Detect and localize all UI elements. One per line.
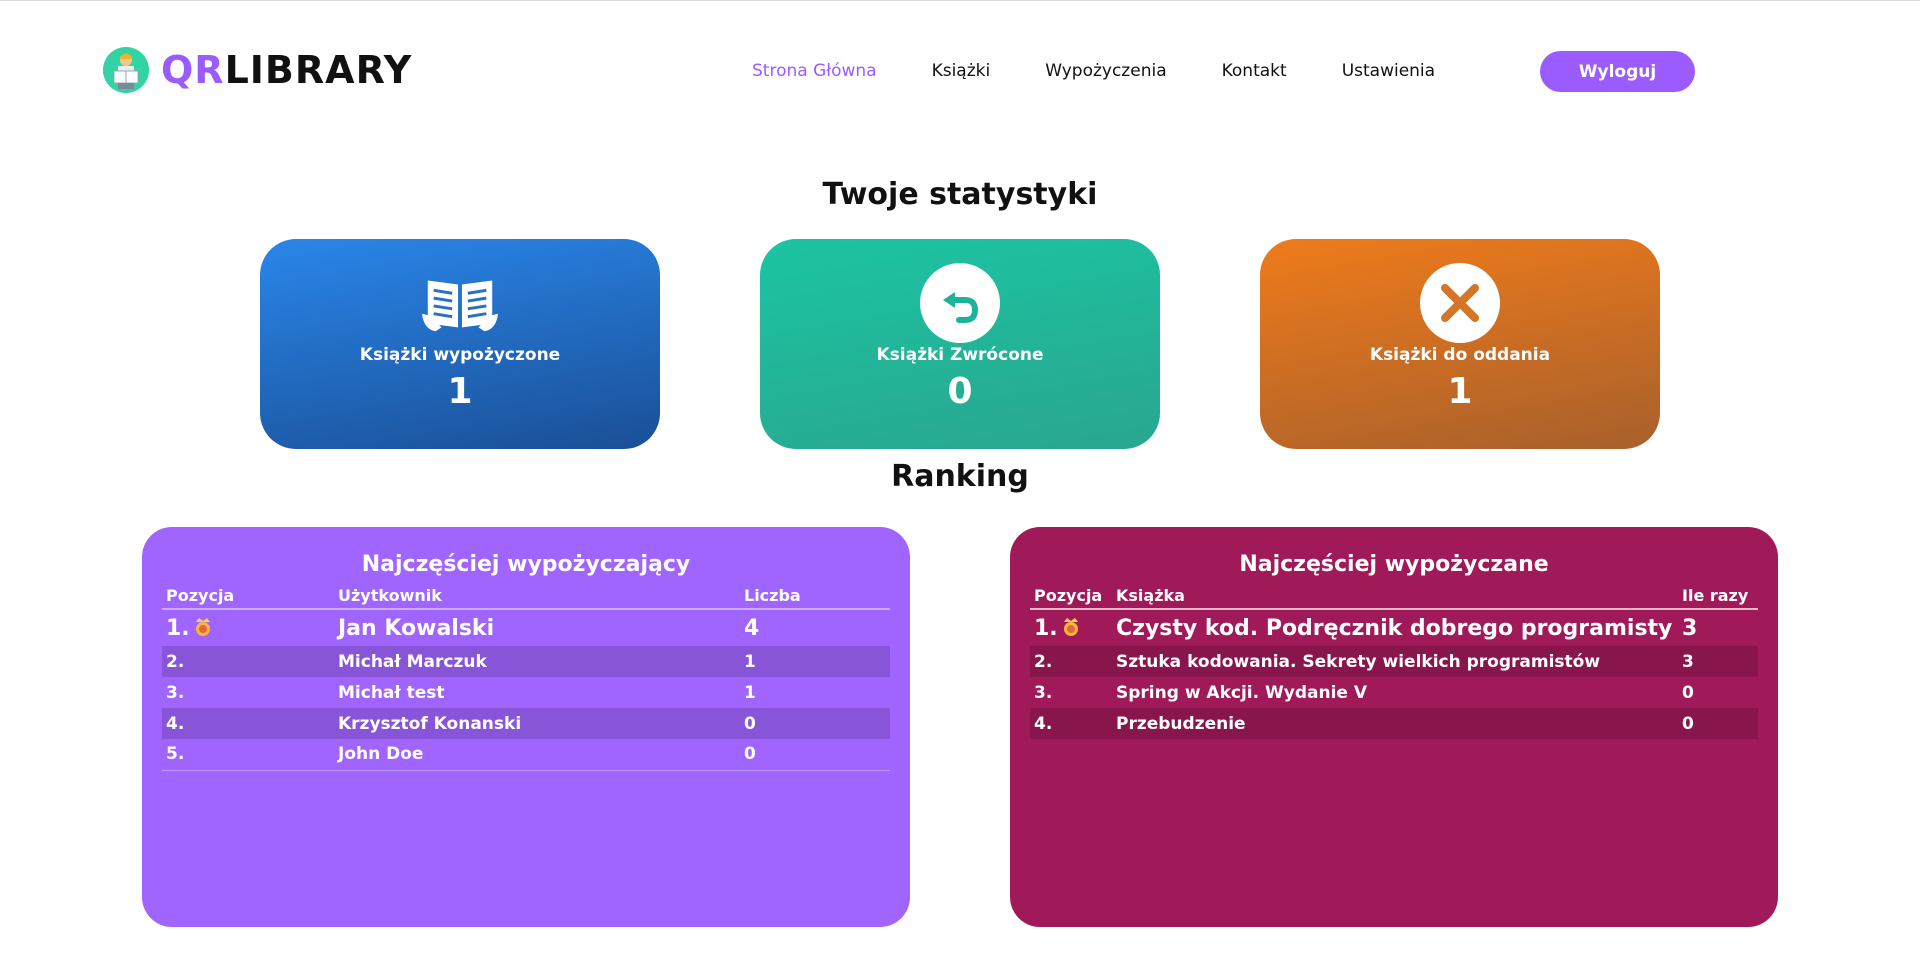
count-cell: 1	[740, 646, 890, 677]
position-cell: 2.	[162, 646, 334, 677]
position-cell: 2.	[1030, 646, 1112, 677]
column-header: Pozycja	[1030, 583, 1112, 610]
logo-reader-icon	[103, 47, 149, 93]
position-cell: 3.	[166, 682, 185, 703]
logo[interactable]: QRLIBRARY	[103, 47, 412, 93]
stat-value-due: 1	[1447, 371, 1473, 412]
position-cell: 5.	[162, 739, 334, 771]
ranking-books-title: Najczęściej wypożyczane	[1239, 552, 1549, 577]
main-nav: Strona Główna Książki Wypożyczenia Konta…	[752, 57, 1490, 85]
position-cell: 1.	[1030, 609, 1112, 646]
position-text: 1.	[166, 615, 190, 641]
count-cell: 0	[740, 708, 890, 739]
book-cell: Przebudzenie	[1112, 708, 1678, 739]
count-cell: 1	[744, 682, 756, 703]
table-row: 2. Michał Marczuk 1	[162, 646, 890, 677]
stat-value-returned: 0	[947, 371, 973, 412]
ranking-users-title: Najczęściej wypożyczający	[361, 552, 691, 577]
user-cell: Krzysztof Konanski	[334, 708, 740, 739]
returned-icon-wrap	[920, 263, 1000, 343]
ranking-title: Ranking	[891, 459, 1029, 494]
stat-label-returned: Książki Zwrócone	[876, 345, 1044, 365]
logo-text-library: LIBRARY	[224, 48, 413, 92]
stat-value-borrowed: 1	[447, 371, 473, 412]
count-cell: 3	[1678, 646, 1758, 677]
table-row: 4. Krzysztof Konanski 0	[162, 708, 890, 739]
stat-card-returned: Książki Zwrócone 0	[760, 239, 1160, 449]
column-header: Pozycja	[162, 583, 334, 610]
stat-label-due: Książki do oddania	[1369, 345, 1551, 365]
user-cell: Jan Kowalski	[338, 615, 495, 641]
header: QRLIBRARY Strona Główna Książki Wypożycz…	[0, 1, 1920, 141]
column-header: Książka	[1112, 583, 1678, 610]
crown-medal-icon	[1060, 616, 1082, 638]
logo-text-qr: QR	[161, 48, 225, 92]
position-cell: 4.	[162, 708, 334, 739]
position-cell: 4.	[1030, 708, 1112, 739]
book-cell: Sztuka kodowania. Sekrety wielkich progr…	[1112, 646, 1678, 677]
user-cell: John Doe	[334, 739, 740, 771]
stat-card-due: Książki do oddania 1	[1260, 239, 1660, 449]
column-header: Liczba	[740, 583, 890, 610]
nav-settings[interactable]: Ustawienia	[1342, 57, 1435, 85]
stat-label-borrowed: Książki wypożyczone	[359, 345, 561, 365]
user-cell: Michał test	[338, 682, 445, 703]
book-cell: Czysty kod. Podręcznik dobrego programis…	[1116, 615, 1673, 641]
count-cell: 4	[744, 615, 760, 641]
ranking-books-panel: Najczęściej wypożyczane Pozycja Książka …	[1010, 527, 1778, 927]
count-cell: 0	[740, 739, 890, 771]
column-header: Ile razy	[1678, 583, 1758, 610]
undo-arrow-icon	[920, 263, 1000, 343]
table-row: 5. John Doe 0	[162, 739, 890, 771]
ranking-users-table: Pozycja Użytkownik Liczba 1. Jan Kowalsk…	[162, 583, 890, 771]
position-text: 1.	[1034, 615, 1058, 641]
position-cell: 1.	[162, 609, 334, 646]
table-row: 3. Michał test 1	[162, 677, 890, 708]
nav-borrowings[interactable]: Wypożyczenia	[1045, 57, 1166, 85]
crown-medal-icon	[192, 616, 214, 638]
table-row: 3. Spring w Akcji. Wydanie V 0	[1030, 677, 1758, 708]
ranking-users-panel: Najczęściej wypożyczający Pozycja Użytko…	[142, 527, 910, 927]
logo-text: QRLIBRARY	[161, 47, 412, 93]
due-icon-wrap	[1420, 263, 1500, 343]
stat-card-borrowed: Książki wypożyczone 1	[260, 239, 660, 449]
table-row: 4. Przebudzenie 0	[1030, 708, 1758, 739]
nav-contact[interactable]: Kontakt	[1222, 57, 1287, 85]
table-header-row: Pozycja Książka Ile razy	[1030, 583, 1758, 610]
close-x-icon	[1420, 263, 1500, 343]
count-cell: 3	[1682, 615, 1698, 641]
book-cell: Spring w Akcji. Wydanie V	[1116, 682, 1368, 703]
count-cell: 0	[1678, 708, 1758, 739]
table-row: 2. Sztuka kodowania. Sekrety wielkich pr…	[1030, 646, 1758, 677]
logout-button[interactable]: Wyloguj	[1540, 51, 1695, 92]
column-header: Użytkownik	[334, 583, 740, 610]
user-cell: Michał Marczuk	[334, 646, 740, 677]
table-row: 1. Jan Kowalski 4	[162, 609, 890, 646]
position-cell: 3.	[1034, 682, 1053, 703]
table-row: 1. Czysty kod. Podręcznik dobrego progra…	[1030, 609, 1758, 646]
ranking-books-table: Pozycja Książka Ile razy 1. Czysty kod. …	[1030, 583, 1758, 739]
nav-books[interactable]: Książki	[932, 57, 991, 85]
table-header-row: Pozycja Użytkownik Liczba	[162, 583, 890, 610]
nav-home[interactable]: Strona Główna	[752, 57, 877, 85]
open-book-icon	[420, 263, 500, 343]
stats-title: Twoje statystyki	[822, 177, 1098, 212]
count-cell: 0	[1682, 682, 1694, 703]
